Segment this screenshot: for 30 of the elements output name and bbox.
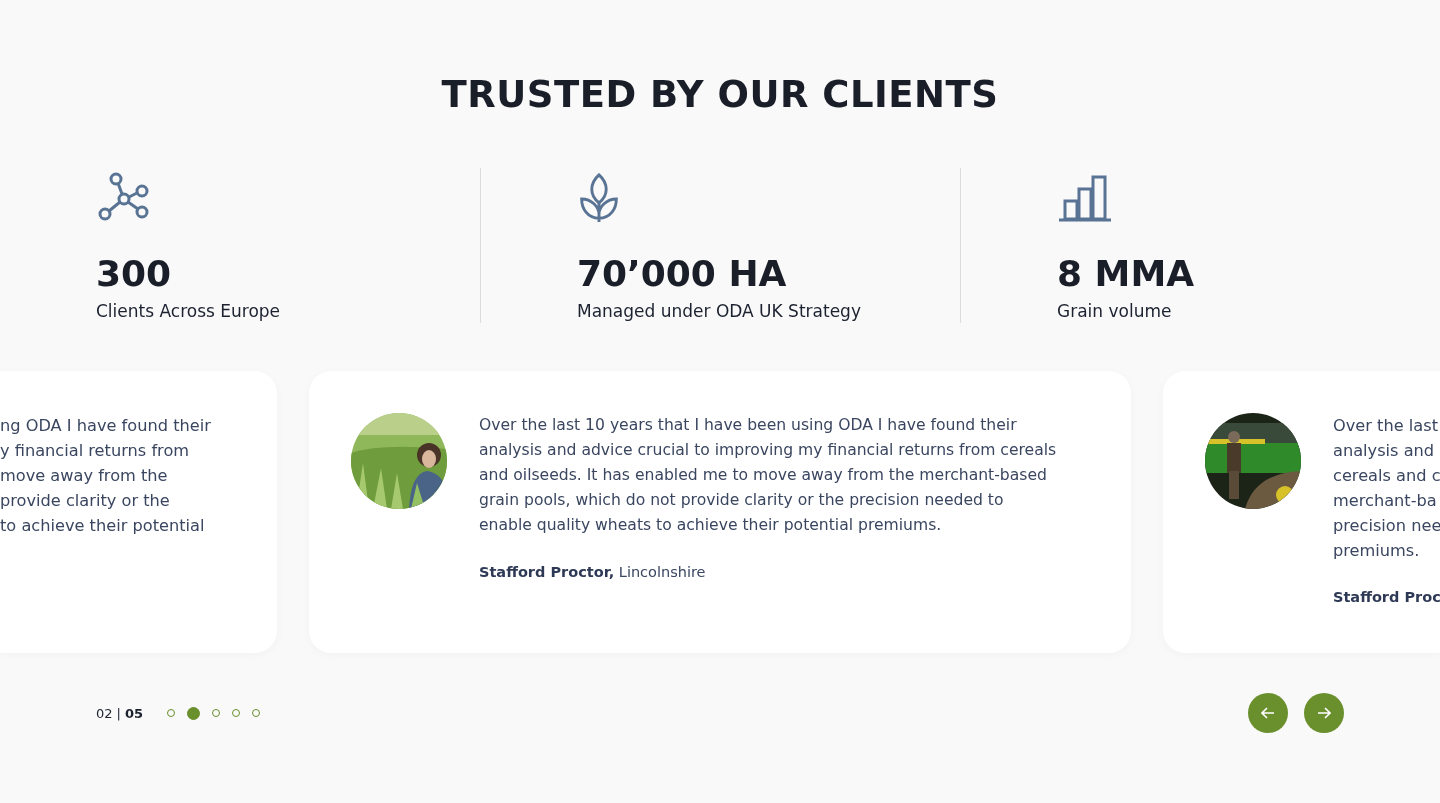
stat-label: Managed under ODA UK Strategy bbox=[577, 301, 861, 321]
page-separator: | bbox=[116, 705, 121, 721]
quote-text: premiums. bbox=[1333, 540, 1420, 562]
quote-text: precision nee bbox=[1333, 515, 1440, 537]
previous-button[interactable] bbox=[1248, 693, 1288, 733]
quote-text: to achieve their potential bbox=[0, 515, 205, 537]
quote-text: Over the last 10 years that I have been using ODA I have found their analysis and advice crucial to improving my financial returns from cereals and oilseeds. It has enabled me to move away from the merchant-based grain pools, which do not provide clarity or the precision needed to enable quality wheats to achieve their potential premiums. bbox=[479, 415, 1057, 536]
stat-value: 300 bbox=[96, 252, 172, 296]
quote-text: move away from the bbox=[0, 465, 168, 487]
quote-text: cereals and c bbox=[1333, 465, 1440, 487]
stat-value: 8 MMA bbox=[1057, 252, 1195, 296]
author-credit: Stafford Proc bbox=[1333, 588, 1440, 607]
stat-label: Grain volume bbox=[1057, 301, 1172, 321]
pager-dot[interactable] bbox=[187, 706, 201, 720]
stat-value: 70’000 HA bbox=[577, 252, 787, 296]
left-arrow-icon bbox=[1261, 707, 1275, 719]
next-button[interactable] bbox=[1304, 693, 1344, 733]
quote-text: provide clarity or the bbox=[0, 490, 170, 512]
section-heading: TRUSTED BY OUR CLIENTS bbox=[440, 72, 1000, 118]
quote-text: y financial returns from bbox=[0, 440, 190, 462]
author-credit: Stafford Proctor, Lincolnshire bbox=[479, 563, 706, 582]
quote-text: ng ODA I have found their bbox=[0, 415, 211, 437]
quote-text: merchant-ba bbox=[1333, 490, 1437, 512]
quote-text: Over the last bbox=[1333, 415, 1438, 437]
total-pages: 05 bbox=[124, 705, 144, 721]
stat-label: Clients Across Europe bbox=[96, 301, 281, 321]
current-page: 02 bbox=[96, 705, 113, 721]
quote-text: analysis and bbox=[1333, 440, 1435, 462]
right-arrow-icon bbox=[1317, 707, 1331, 719]
leaf-icon bbox=[577, 172, 621, 224]
